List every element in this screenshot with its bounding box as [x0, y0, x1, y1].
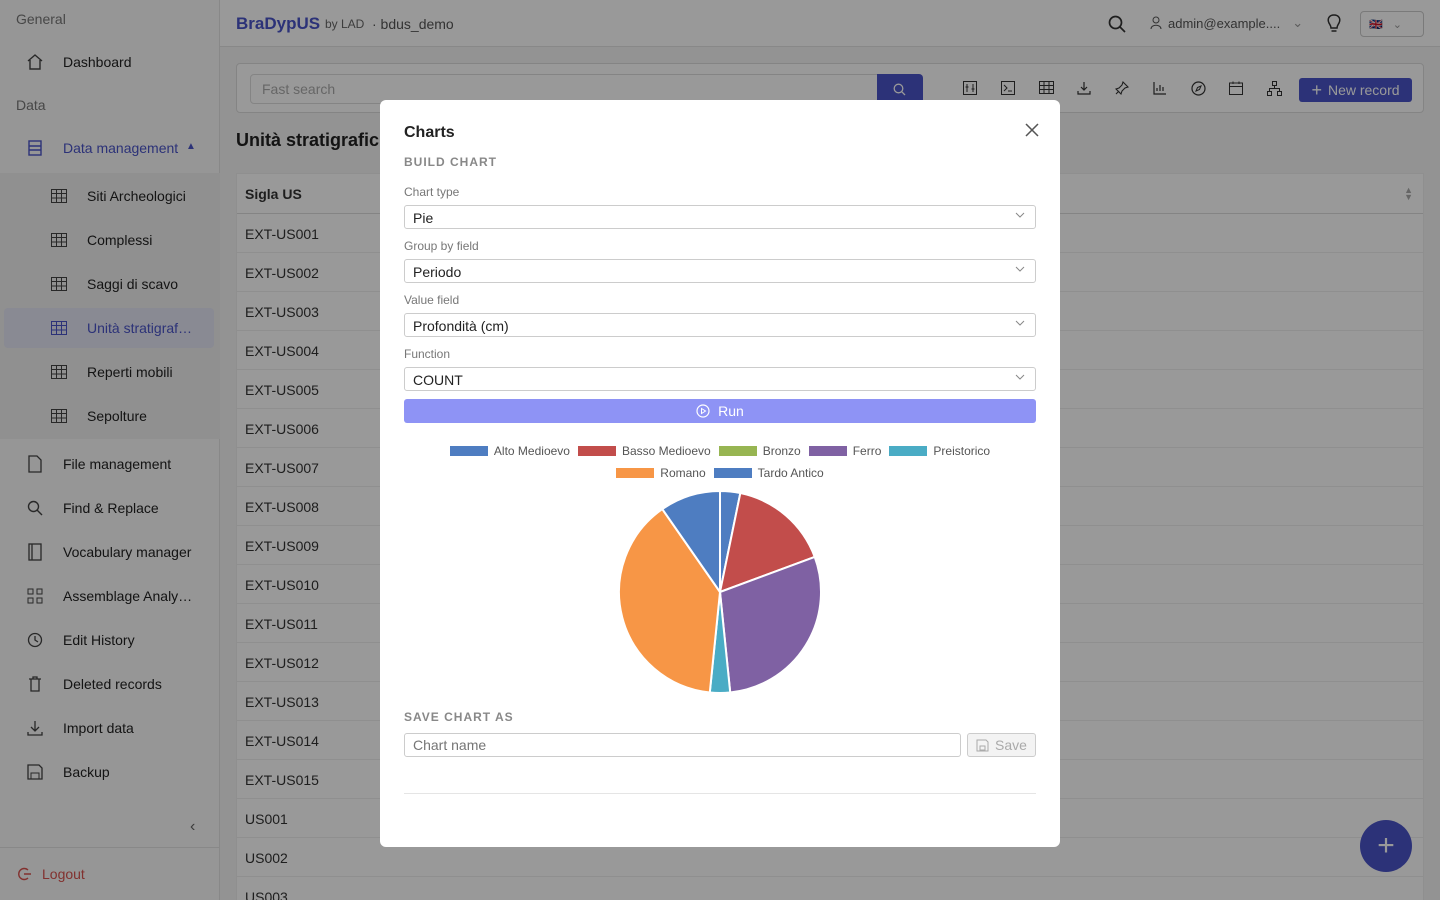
legend-label: Ferro: [852, 444, 882, 458]
play-icon: [696, 404, 710, 418]
run-label: Run: [718, 403, 744, 419]
legend-swatch: [718, 446, 757, 456]
legend-label: Preistorico: [933, 444, 991, 458]
legend-item[interactable]: Tardo Antico: [713, 466, 824, 480]
group-by-select[interactable]: Periodo: [404, 259, 1036, 283]
chart-legend: Romano Tardo Antico: [380, 466, 1060, 480]
value-field-value: Profondità (cm): [413, 318, 509, 334]
legend-item[interactable]: Bronzo: [718, 444, 801, 458]
close-icon[interactable]: [1022, 120, 1042, 140]
function-select[interactable]: COUNT: [404, 367, 1036, 391]
chevron-down-icon: [1015, 266, 1025, 272]
save-chart-row: Save: [404, 733, 1036, 757]
save-chart-heading: SAVE CHART AS: [404, 710, 514, 724]
value-field-select[interactable]: Profondità (cm): [404, 313, 1036, 337]
legend-item[interactable]: Alto Medioevo: [449, 444, 570, 458]
value-field-label: Value field: [404, 293, 460, 307]
save-button[interactable]: Save: [967, 733, 1036, 757]
pie-chart: [618, 490, 822, 694]
build-chart-heading: BUILD CHART: [404, 155, 497, 169]
legend-label: Alto Medioevo: [493, 444, 570, 458]
chart-type-label: Chart type: [404, 185, 460, 199]
function-label: Function: [404, 347, 451, 361]
legend-swatch: [713, 468, 752, 478]
chevron-down-icon: [1015, 374, 1025, 380]
legend-swatch: [808, 446, 847, 456]
function-value: COUNT: [413, 372, 463, 388]
chart-type-value: Pie: [413, 210, 434, 226]
chevron-down-icon: [1015, 212, 1025, 218]
legend-swatch: [616, 468, 655, 478]
group-by-value: Periodo: [413, 264, 462, 280]
save-icon: [976, 739, 989, 751]
chart-name-input[interactable]: [404, 733, 961, 757]
legend-item[interactable]: Basso Medioevo: [577, 444, 711, 458]
modal-title: Charts: [404, 124, 455, 141]
chart-type-select[interactable]: Pie: [404, 205, 1036, 229]
legend-swatch: [449, 446, 488, 456]
legend-label: Basso Medioevo: [621, 444, 711, 458]
legend-item[interactable]: Preistorico: [889, 444, 990, 458]
legend-swatch: [577, 446, 616, 456]
legend-label: Bronzo: [762, 444, 801, 458]
legend-label: Tardo Antico: [757, 466, 824, 480]
chart-legend: Alto Medioevo Basso Medioevo Bronzo Ferro Pr…: [380, 444, 1060, 458]
save-label: Save: [995, 737, 1027, 753]
legend-item[interactable]: Ferro: [808, 444, 882, 458]
charts-modal: Charts BUILD CHART Chart type Pie Group …: [380, 100, 1060, 847]
run-button[interactable]: Run: [404, 399, 1036, 423]
legend-item[interactable]: Romano: [616, 466, 706, 480]
divider: [404, 793, 1036, 794]
legend-swatch: [889, 446, 928, 456]
chevron-down-icon: [1015, 320, 1025, 326]
group-by-label: Group by field: [404, 239, 479, 253]
legend-label: Romano: [660, 466, 706, 480]
